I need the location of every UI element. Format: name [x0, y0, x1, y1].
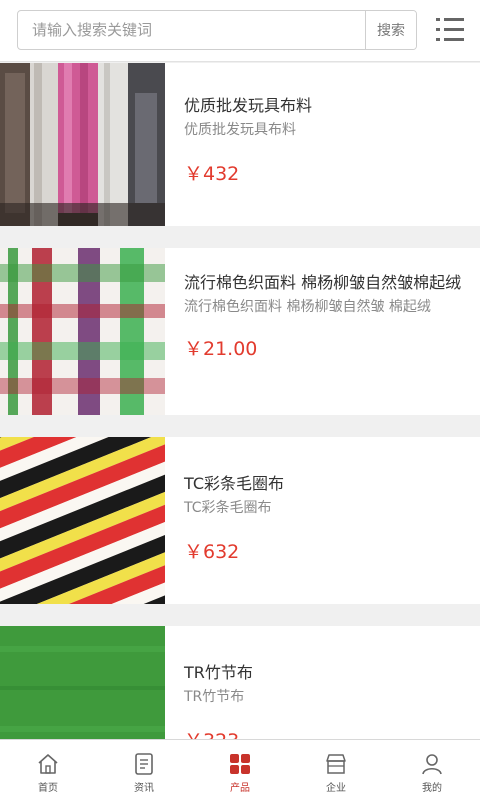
search-input[interactable] — [18, 11, 366, 49]
product-item-3[interactable]: TC彩条毛圈布 TC彩条毛圈布 ￥632 — [0, 437, 480, 604]
nav-item-mine[interactable]: 我的 — [384, 740, 480, 800]
product-title: TR竹节布 — [184, 663, 253, 682]
product-subtitle: TC彩条毛圈布 — [184, 500, 272, 516]
product-list: 优质批发玩具布料 优质批发玩具布料 ￥432 流行棉色织面料 棉杨柳皱自然皱棉起… — [0, 63, 480, 740]
user-icon — [422, 754, 442, 775]
product-image-2 — [0, 248, 165, 415]
product-title: 流行棉色织面料 棉杨柳皱自然皱棉起绒 — [184, 273, 462, 292]
menu-list-icon — [436, 18, 464, 41]
search-button[interactable]: 搜索 — [365, 11, 416, 49]
product-image-4 — [0, 626, 165, 740]
bottom-nav: 首页 资讯 产品 企业 我的 — [0, 739, 480, 800]
product-image-3 — [0, 437, 165, 604]
nav-item-news[interactable]: 资讯 — [96, 740, 192, 800]
product-price: ￥21.00 — [184, 338, 258, 360]
menu-button[interactable] — [436, 16, 466, 44]
nav-label: 企业 — [326, 783, 346, 794]
nav-label: 资讯 — [134, 783, 154, 794]
nav-item-products[interactable]: 产品 — [192, 740, 288, 800]
product-title: 优质批发玩具布料 — [184, 96, 313, 115]
product-item-4[interactable]: TR竹节布 TR竹节布 ￥323 — [0, 626, 480, 740]
product-item-1[interactable]: 优质批发玩具布料 优质批发玩具布料 ￥432 — [0, 63, 480, 226]
product-item-2[interactable]: 流行棉色织面料 棉杨柳皱自然皱棉起绒 流行棉色织面料 棉杨柳皱自然皱 棉起绒 ￥… — [0, 248, 480, 415]
store-icon — [326, 754, 346, 774]
home-icon — [38, 754, 58, 774]
app-root: 搜索 — [0, 0, 480, 800]
nav-label: 首页 — [38, 783, 58, 794]
product-subtitle: TR竹节布 — [184, 689, 245, 705]
nav-label: 产品 — [230, 783, 250, 794]
product-price: ￥632 — [184, 541, 240, 563]
nav-item-home[interactable]: 首页 — [0, 740, 96, 800]
product-subtitle: 优质批发玩具布料 — [184, 122, 296, 138]
news-icon — [135, 753, 153, 775]
nav-label: 我的 — [422, 783, 442, 794]
product-subtitle: 流行棉色织面料 棉杨柳皱自然皱 棉起绒 — [184, 299, 431, 315]
product-price: ￥323 — [184, 726, 470, 740]
product-title: TC彩条毛圈布 — [184, 474, 285, 493]
products-grid-icon — [230, 754, 250, 774]
header-bar: 搜索 — [0, 0, 480, 62]
nav-item-company[interactable]: 企业 — [288, 740, 384, 800]
product-image-1 — [0, 63, 165, 226]
product-price: ￥432 — [184, 163, 240, 185]
search-box: 搜索 — [17, 10, 417, 50]
